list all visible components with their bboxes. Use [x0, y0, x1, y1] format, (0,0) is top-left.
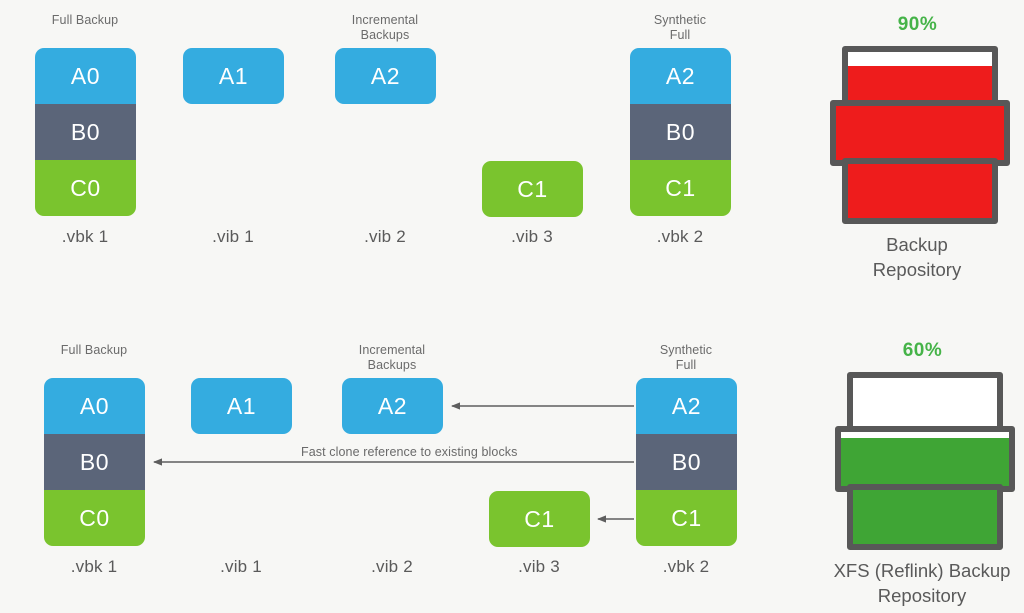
block-a2-bottom: A2 — [342, 378, 443, 434]
server-drawer-3-fill-bottom — [853, 490, 997, 544]
file-label-vib1-top: .vib 1 — [212, 227, 254, 246]
diagram-canvas: Full Backup A0 B0 C0 .vbk 1 A1 .vib 1 In… — [0, 0, 1024, 613]
file-label-vib2-top: .vib 2 — [364, 227, 406, 246]
file-label-vbk2-bottom: .vbk 2 — [662, 557, 710, 576]
stack-vib2-top: A2 — [335, 48, 436, 104]
repository-usage-percent-bottom: 60% — [902, 340, 943, 361]
server-drawer-2-fill-bottom — [841, 438, 1009, 486]
caption-incremental-top: Incremental Backups — [351, 13, 419, 42]
file-label-vib3-top: .vib 3 — [511, 227, 553, 246]
stack-vib3-bottom: C1 — [489, 491, 590, 547]
caption-full-backup-top: Full Backup — [51, 13, 119, 27]
block-a2-top: A2 — [335, 48, 436, 104]
stack-vbk2-bottom: A2 B0 C1 — [636, 378, 737, 546]
block-b0-synth-top: B0 — [630, 104, 731, 160]
stack-vib1-bottom: A1 — [191, 378, 292, 434]
arrow-label-fast-clone: Fast clone reference to existing blocks — [301, 445, 518, 459]
server-drawer-3-fill-top — [848, 164, 992, 218]
repository-name-bottom: XFS (Reflink) Backup Repository — [833, 560, 1011, 606]
server-stack-icon-bottom — [835, 372, 1015, 550]
stack-vib2-bottom: A2 — [342, 378, 443, 434]
caption-synthetic-full-bottom: Synthetic Full — [659, 343, 713, 372]
block-b0-top: B0 — [35, 104, 136, 160]
caption-full-backup-bottom: Full Backup — [60, 343, 128, 357]
block-c0-bottom: C0 — [44, 490, 145, 546]
server-drawer-1-top — [842, 46, 998, 108]
server-stack-icon-top — [830, 46, 1010, 224]
file-label-vib3-bottom: .vib 3 — [518, 557, 560, 576]
server-drawer-2-fill-top — [836, 106, 1004, 160]
server-drawer-1-fill-top — [848, 66, 992, 102]
block-a2-synth-top: A2 — [630, 48, 731, 104]
stack-vib3-top: C1 — [482, 161, 583, 217]
server-drawer-2-bottom — [835, 426, 1015, 492]
stack-vib1-top: A1 — [183, 48, 284, 104]
stack-vbk2-top: A2 B0 C1 — [630, 48, 731, 216]
file-label-vbk1-top: .vbk 1 — [61, 227, 109, 246]
backup-repository-bottom: 60% XFS (Reflink) Backup Repository — [825, 340, 1020, 606]
block-c1-synth-bottom: C1 — [636, 490, 737, 546]
block-c1-synth-top: C1 — [630, 160, 731, 216]
block-c0-top: C0 — [35, 160, 136, 216]
file-label-vbk2-top: .vbk 2 — [656, 227, 704, 246]
server-drawer-3-top — [842, 158, 998, 224]
stack-vbk1-top: A0 B0 C0 — [35, 48, 136, 216]
caption-incremental-bottom: Incremental Backups — [358, 343, 426, 372]
file-label-vib2-bottom: .vib 2 — [371, 557, 413, 576]
backup-repository-top: 90% Backup Repository — [820, 14, 1015, 280]
block-a1-top: A1 — [183, 48, 284, 104]
server-drawer-1-bottom — [847, 372, 1003, 434]
block-c1-vib3-top: C1 — [482, 161, 583, 217]
file-label-vib1-bottom: .vib 1 — [220, 557, 262, 576]
block-a0-bottom: A0 — [44, 378, 145, 434]
repository-usage-percent-top: 90% — [897, 14, 938, 35]
repository-name-top: Backup Repository — [872, 234, 962, 280]
block-b0-synth-bottom: B0 — [636, 434, 737, 490]
file-label-vbk1-bottom: .vbk 1 — [70, 557, 118, 576]
server-drawer-3-bottom — [847, 484, 1003, 550]
block-a0-top: A0 — [35, 48, 136, 104]
block-a2-synth-bottom: A2 — [636, 378, 737, 434]
block-c1-vib3-bottom: C1 — [489, 491, 590, 547]
caption-synthetic-full-top: Synthetic Full — [653, 13, 707, 42]
server-drawer-2-top — [830, 100, 1010, 166]
stack-vbk1-bottom: A0 B0 C0 — [44, 378, 145, 546]
block-b0-bottom: B0 — [44, 434, 145, 490]
block-a1-bottom: A1 — [191, 378, 292, 434]
